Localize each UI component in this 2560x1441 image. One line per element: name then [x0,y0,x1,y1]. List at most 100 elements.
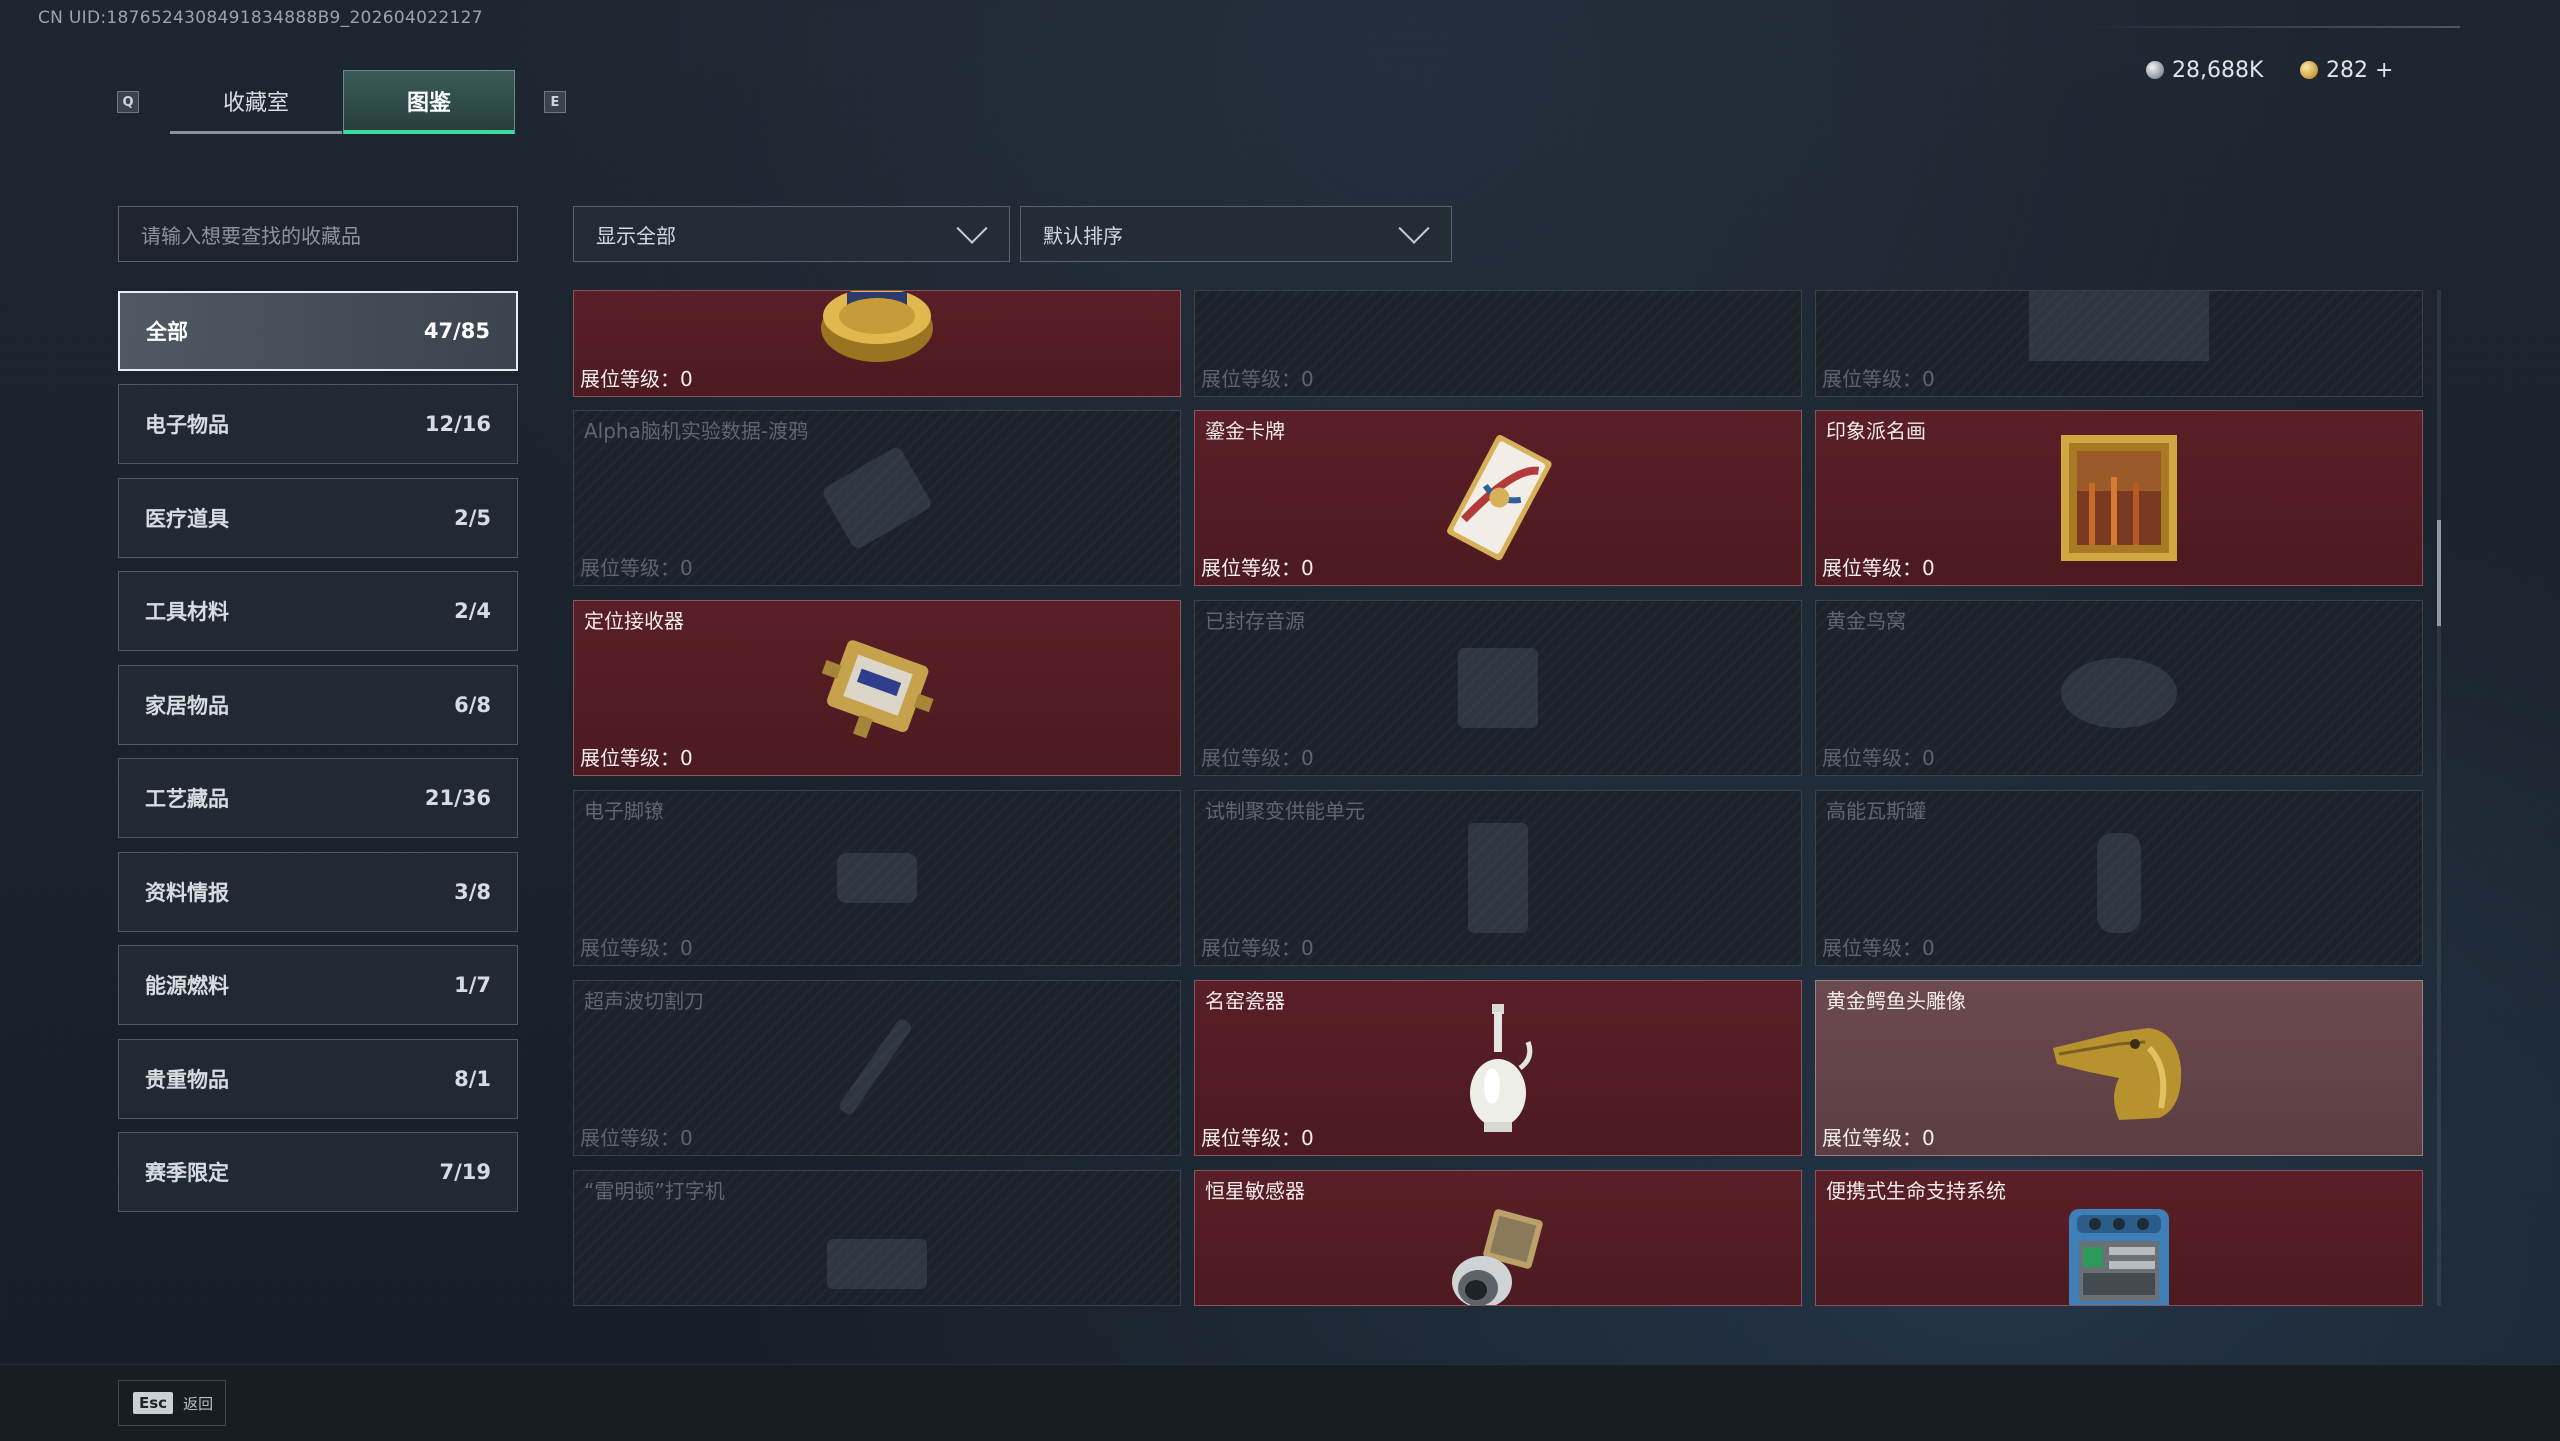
item-card[interactable]: 高能瓦斯罐 展位等级：0 [1815,790,2423,966]
star-sensor-icon [1452,1209,1543,1305]
back-button[interactable]: Esc 返回 [118,1380,226,1426]
locked-item-icon [2029,291,2209,361]
item-name: “雷明顿”打字机 [584,1179,725,1203]
item-card[interactable]: 展位等级：0 [573,290,1181,397]
item-card[interactable]: 鎏金卡牌 展位等级：0 [1194,410,1802,586]
category-household[interactable]: 家居物品 6/8 [118,665,518,745]
chevron-down-icon [1398,212,1430,244]
item-card[interactable]: 超声波切割刀 展位等级：0 [573,980,1181,1156]
item-card[interactable]: 便携式生命支持系统 [1815,1170,2423,1306]
ultrasonic-cutter-icon [839,1019,912,1115]
item-card[interactable]: Alpha脑机实验数据-渡鸦 展位等级：0 [573,410,1181,586]
item-name: 已封存音源 [1205,609,1305,633]
category-count: 8/1 [454,1067,491,1091]
item-level: 展位等级：0 [580,936,693,960]
category-count: 1/7 [454,973,491,997]
sort-dropdown[interactable]: 默认排序 [1020,206,1452,262]
life-support-icon [2069,1209,2169,1305]
category-season-limited[interactable]: 赛季限定 7/19 [118,1132,518,1212]
gold-amount: 282 + [2326,57,2394,83]
gold-currency[interactable]: 282 + [2300,54,2393,86]
category-count: 6/8 [454,693,491,717]
category-count: 12/16 [424,412,491,436]
item-level: 展位等级：0 [1822,1126,1935,1150]
category-count: 2/5 [454,506,491,530]
prev-tab-key-hint: Q [117,91,139,113]
category-valuables[interactable]: 贵重物品 8/1 [118,1039,518,1119]
item-card[interactable]: 印象派名画 展位等级：0 [1815,410,2423,586]
tab-collection-room[interactable]: 收藏室 [170,70,342,134]
item-level: 展位等级：0 [1201,1126,1314,1150]
ankle-monitor-icon [837,853,917,903]
item-card[interactable]: “雷明顿”打字机 [573,1170,1181,1306]
item-name: 鎏金卡牌 [1205,419,1285,443]
item-card[interactable]: 试制聚变供能单元 展位等级：0 [1194,790,1802,966]
display-filter-dropdown[interactable]: 显示全部 [573,206,1010,262]
item-level: 展位等级：0 [1201,367,1314,391]
item-name: 恒星敏感器 [1205,1179,1305,1203]
search-input[interactable]: 请输入想要查找的收藏品 [118,206,518,262]
item-level: 展位等级：0 [580,556,693,580]
gas-canister-icon [2097,833,2141,933]
footer-bar [0,1364,2560,1441]
item-level: 展位等级：0 [580,367,693,391]
category-label: 电子物品 [145,413,229,437]
item-name: 黄金鳄鱼头雕像 [1826,989,1966,1013]
item-level: 展位等级：0 [1822,556,1935,580]
item-card[interactable]: 展位等级：0 [1815,290,2423,397]
item-name: 名窑瓷器 [1205,989,1285,1013]
item-card[interactable]: 定位接收器 展位等级：0 [573,600,1181,776]
next-tab-key-hint: E [544,91,566,113]
item-name: 超声波切割刀 [584,989,704,1013]
item-level: 展位等级：0 [1201,936,1314,960]
item-card[interactable]: 已封存音源 展位等级：0 [1194,600,1802,776]
category-intel[interactable]: 资料情报 3/8 [118,852,518,932]
golden-nest-icon [2061,658,2177,728]
category-count: 21/36 [424,786,491,810]
category-all[interactable]: 全部 47/85 [118,291,518,371]
item-name: 定位接收器 [584,609,684,633]
category-label: 赛季限定 [145,1161,229,1185]
item-card[interactable]: 电子脚镣 展位等级：0 [573,790,1181,966]
item-level: 展位等级：0 [580,746,693,770]
category-crafts[interactable]: 工艺藏品 21/36 [118,758,518,838]
item-level: 展位等级：0 [1201,556,1314,580]
category-count: 47/85 [423,319,490,343]
gilded-card-icon [1447,434,1552,561]
category-label: 能源燃料 [145,974,229,998]
audio-source-icon [1458,648,1538,728]
item-level: 展位等级：0 [1201,746,1314,770]
display-filter-value: 显示全部 [596,223,676,248]
grid-scrollbar-thumb[interactable] [2437,520,2441,626]
category-label: 资料情报 [145,881,229,905]
grid-scrollbar[interactable] [2437,290,2441,1306]
category-label: 家居物品 [145,694,229,718]
item-card[interactable]: 恒星敏感器 [1194,1170,1802,1306]
item-name: 试制聚变供能单元 [1205,799,1365,823]
item-card[interactable]: 名窑瓷器 展位等级：0 [1194,980,1802,1156]
item-level: 展位等级：0 [1822,746,1935,770]
category-medical[interactable]: 医疗道具 2/5 [118,478,518,558]
item-name: 电子脚镣 [584,799,664,823]
item-name: 高能瓦斯罐 [1826,799,1926,823]
tab-catalog[interactable]: 图鉴 [343,70,515,134]
item-grid: 展位等级：0 展位等级：0 展位等级：0 Alpha脑机实验数据-渡鸦 展位等级… [573,290,2424,1306]
framed-painting-icon [2061,435,2177,561]
category-label: 医疗道具 [145,507,229,531]
category-count: 3/8 [454,880,491,904]
drive-icon [823,448,931,548]
category-energy[interactable]: 能源燃料 1/7 [118,945,518,1025]
silver-currency: 28,688K [2146,54,2263,86]
caviar-tin-icon [821,291,933,362]
back-label: 返回 [183,1394,214,1413]
item-card[interactable]: 黄金鸟窝 展位等级：0 [1815,600,2423,776]
tab-label: 收藏室 [222,90,289,116]
item-card[interactable]: 展位等级：0 [1194,290,1802,397]
typewriter-icon [827,1239,927,1289]
sort-value: 默认排序 [1043,223,1123,248]
category-tools[interactable]: 工具材料 2/4 [118,571,518,651]
category-electronics[interactable]: 电子物品 12/16 [118,384,518,464]
fusion-cell-icon [1468,823,1528,933]
item-card[interactable]: 黄金鳄鱼头雕像 展位等级：0 [1815,980,2423,1156]
item-name: 印象派名画 [1826,419,1926,443]
